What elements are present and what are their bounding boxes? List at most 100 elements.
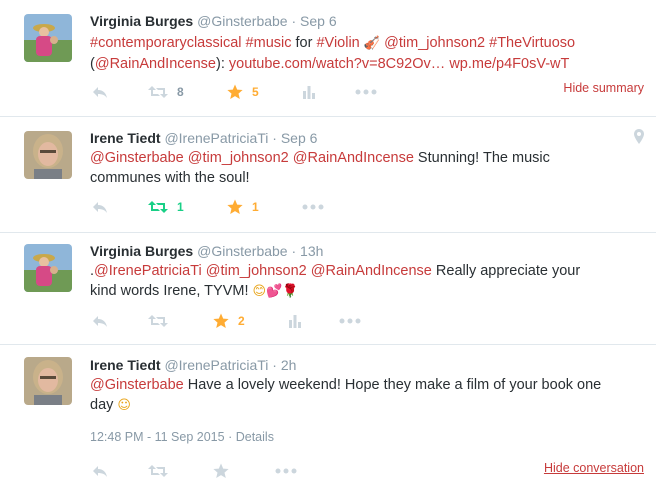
- tweet-time[interactable]: Sep 6: [300, 13, 337, 29]
- retweet-icon: [148, 315, 168, 327]
- tweet-text-segments: communes with the soul!: [90, 170, 250, 186]
- tweet-text-line: day ☺: [90, 395, 630, 416]
- star-icon: [213, 313, 229, 328]
- tweet-text-fragment: for: [291, 35, 317, 51]
- tweet-time[interactable]: 2h: [281, 357, 297, 373]
- tweet-header: Virginia Burges @Ginsterbabe · Sep 6: [90, 13, 337, 29]
- mention-link[interactable]: @Ginsterbabe: [90, 150, 184, 166]
- reply-icon: [93, 316, 107, 327]
- tweet-time[interactable]: Sep 6: [281, 130, 318, 146]
- tweet-text-line: (@RainAndIncense): youtube.com/watch?v=8…: [90, 54, 630, 74]
- more-button[interactable]: [302, 198, 324, 216]
- tweet-text: @Ginsterbabe Have a lovely weekend! Hope…: [90, 375, 630, 416]
- mention-link[interactable]: @RainAndIncense: [95, 56, 216, 72]
- hashtag-link[interactable]: #TheVirtuoso: [489, 35, 575, 51]
- reply-button[interactable]: [92, 312, 108, 330]
- tweet-1[interactable]: Virginia Burges @Ginsterbabe · Sep 6 #co…: [0, 0, 656, 117]
- tweet-text-line: #contemporaryclassical #music for #Violi…: [90, 33, 630, 54]
- author-handle[interactable]: @Ginsterbabe: [197, 243, 287, 259]
- tweet-text-segments: .@IrenePatriciaTi @tim_johnson2 @RainAnd…: [90, 263, 580, 279]
- analytics-button[interactable]: [288, 312, 302, 330]
- header-separator: ·: [272, 130, 277, 146]
- location-pin-icon[interactable]: [634, 129, 644, 149]
- smile-emoji: 😊: [252, 284, 267, 299]
- tweet-header: Virginia Burges @Ginsterbabe · 13h: [90, 243, 323, 259]
- avatar-irene[interactable]: [24, 131, 72, 179]
- hide-conversation-link[interactable]: Hide conversation: [544, 461, 644, 475]
- url-link[interactable]: youtube.com/watch?v=8C92Ov…: [229, 56, 445, 72]
- tweet-text-segments: @Ginsterbabe Have a lovely weekend! Hope…: [90, 377, 601, 393]
- tweet-header: Irene Tiedt @IrenePatriciaTi · Sep 6: [90, 130, 317, 146]
- tweet-text-segments: @Ginsterbabe @tim_johnson2 @RainAndIncen…: [90, 150, 550, 166]
- tweet-text-fragment: Have a lovely weekend! Hope they make a …: [183, 377, 602, 393]
- avatar-virginia[interactable]: [24, 14, 72, 62]
- tweet-text-line: .@IrenePatriciaTi @tim_johnson2 @RainAnd…: [90, 261, 630, 281]
- url-link[interactable]: wp.me/p4F0sV-wT: [449, 56, 569, 72]
- tweet-text-fragment: kind words Irene, TYVM!: [90, 283, 253, 299]
- author-name[interactable]: Irene Tiedt: [90, 357, 161, 373]
- retweet-count: 1: [177, 200, 184, 214]
- tweet-actions: 2: [90, 312, 390, 330]
- more-icon: [302, 204, 324, 210]
- favorite-button[interactable]: 1: [227, 198, 259, 216]
- tweet-meta: 12:48 PM - 11 Sep 2015 · Details: [90, 430, 274, 444]
- mention-link[interactable]: @RainAndIncense: [311, 263, 432, 279]
- tweet-text-fragment: communes with the soul!: [90, 170, 250, 186]
- tweet-text-line: @Ginsterbabe @tim_johnson2 @RainAndIncen…: [90, 148, 630, 168]
- tweet-2[interactable]: Irene Tiedt @IrenePatriciaTi · Sep 6 @Gi…: [0, 117, 656, 233]
- mention-link[interactable]: @RainAndIncense: [293, 150, 414, 166]
- retweet-button[interactable]: [148, 312, 168, 330]
- tweet-4[interactable]: Irene Tiedt @IrenePatriciaTi · 2h @Ginst…: [0, 345, 656, 487]
- details-link[interactable]: Details: [236, 430, 274, 444]
- tweet-time[interactable]: 13h: [300, 243, 323, 259]
- favorite-button[interactable]: [213, 462, 229, 480]
- mention-link[interactable]: @tim_johnson2: [206, 263, 307, 279]
- author-name[interactable]: Irene Tiedt: [90, 130, 161, 146]
- mention-link[interactable]: @Ginsterbabe: [90, 377, 184, 393]
- tweet-text-segments: #contemporaryclassical #music for #Violi…: [90, 35, 360, 51]
- hide-summary-link[interactable]: Hide summary: [563, 81, 644, 95]
- author-name[interactable]: Virginia Burges: [90, 13, 193, 29]
- hashtag-link[interactable]: #contemporaryclassical: [90, 35, 242, 51]
- favorite-button[interactable]: 5: [227, 83, 259, 101]
- tweet-text-segments: (@RainAndIncense): youtube.com/watch?v=8…: [90, 56, 569, 72]
- retweet-button[interactable]: 1: [148, 198, 184, 216]
- full-timestamp[interactable]: 12:48 PM - 11 Sep 2015: [90, 430, 225, 444]
- favorite-button[interactable]: 2: [213, 312, 245, 330]
- tweet-actions: 1 1: [90, 198, 390, 216]
- avatar-virginia[interactable]: [24, 244, 72, 292]
- tweet-text-line: @Ginsterbabe Have a lovely weekend! Hope…: [90, 375, 630, 395]
- star-icon: [227, 84, 243, 99]
- tweet-3[interactable]: Virginia Burges @Ginsterbabe · 13h .@Ire…: [0, 233, 656, 345]
- hashtag-link[interactable]: #music: [246, 35, 292, 51]
- mention-link[interactable]: @tim_johnson2: [188, 150, 289, 166]
- more-button[interactable]: [275, 462, 297, 480]
- tweet-text-segments: kind words Irene, TYVM!: [90, 283, 253, 299]
- analytics-button[interactable]: [302, 83, 316, 101]
- avatar-irene[interactable]: [24, 357, 72, 405]
- retweet-count: 8: [177, 85, 184, 99]
- header-separator: ·: [272, 357, 277, 373]
- more-button[interactable]: [339, 312, 361, 330]
- reply-button[interactable]: [92, 462, 108, 480]
- reply-button[interactable]: [92, 198, 108, 216]
- retweet-button[interactable]: [148, 462, 168, 480]
- reply-icon: [93, 87, 107, 98]
- mention-link[interactable]: @IrenePatriciaTi: [94, 263, 202, 279]
- author-handle[interactable]: @Ginsterbabe: [197, 13, 287, 29]
- header-separator: ·: [291, 13, 297, 29]
- more-button[interactable]: [355, 83, 377, 101]
- blush-emoji: ☺: [117, 398, 131, 413]
- author-handle[interactable]: @IrenePatriciaTi: [164, 130, 268, 146]
- hashtag-link[interactable]: #Violin: [316, 35, 359, 51]
- star-icon: [213, 463, 229, 478]
- tweet-text-fragment: ):: [215, 56, 229, 72]
- more-icon: [355, 89, 377, 95]
- retweet-button[interactable]: 8: [148, 83, 184, 101]
- reply-button[interactable]: [92, 83, 108, 101]
- meta-separator: ·: [228, 430, 233, 444]
- favorite-count: 5: [252, 85, 259, 99]
- author-handle[interactable]: @IrenePatriciaTi: [164, 357, 268, 373]
- author-name[interactable]: Virginia Burges: [90, 243, 193, 259]
- mention-link[interactable]: @tim_johnson2: [384, 35, 485, 51]
